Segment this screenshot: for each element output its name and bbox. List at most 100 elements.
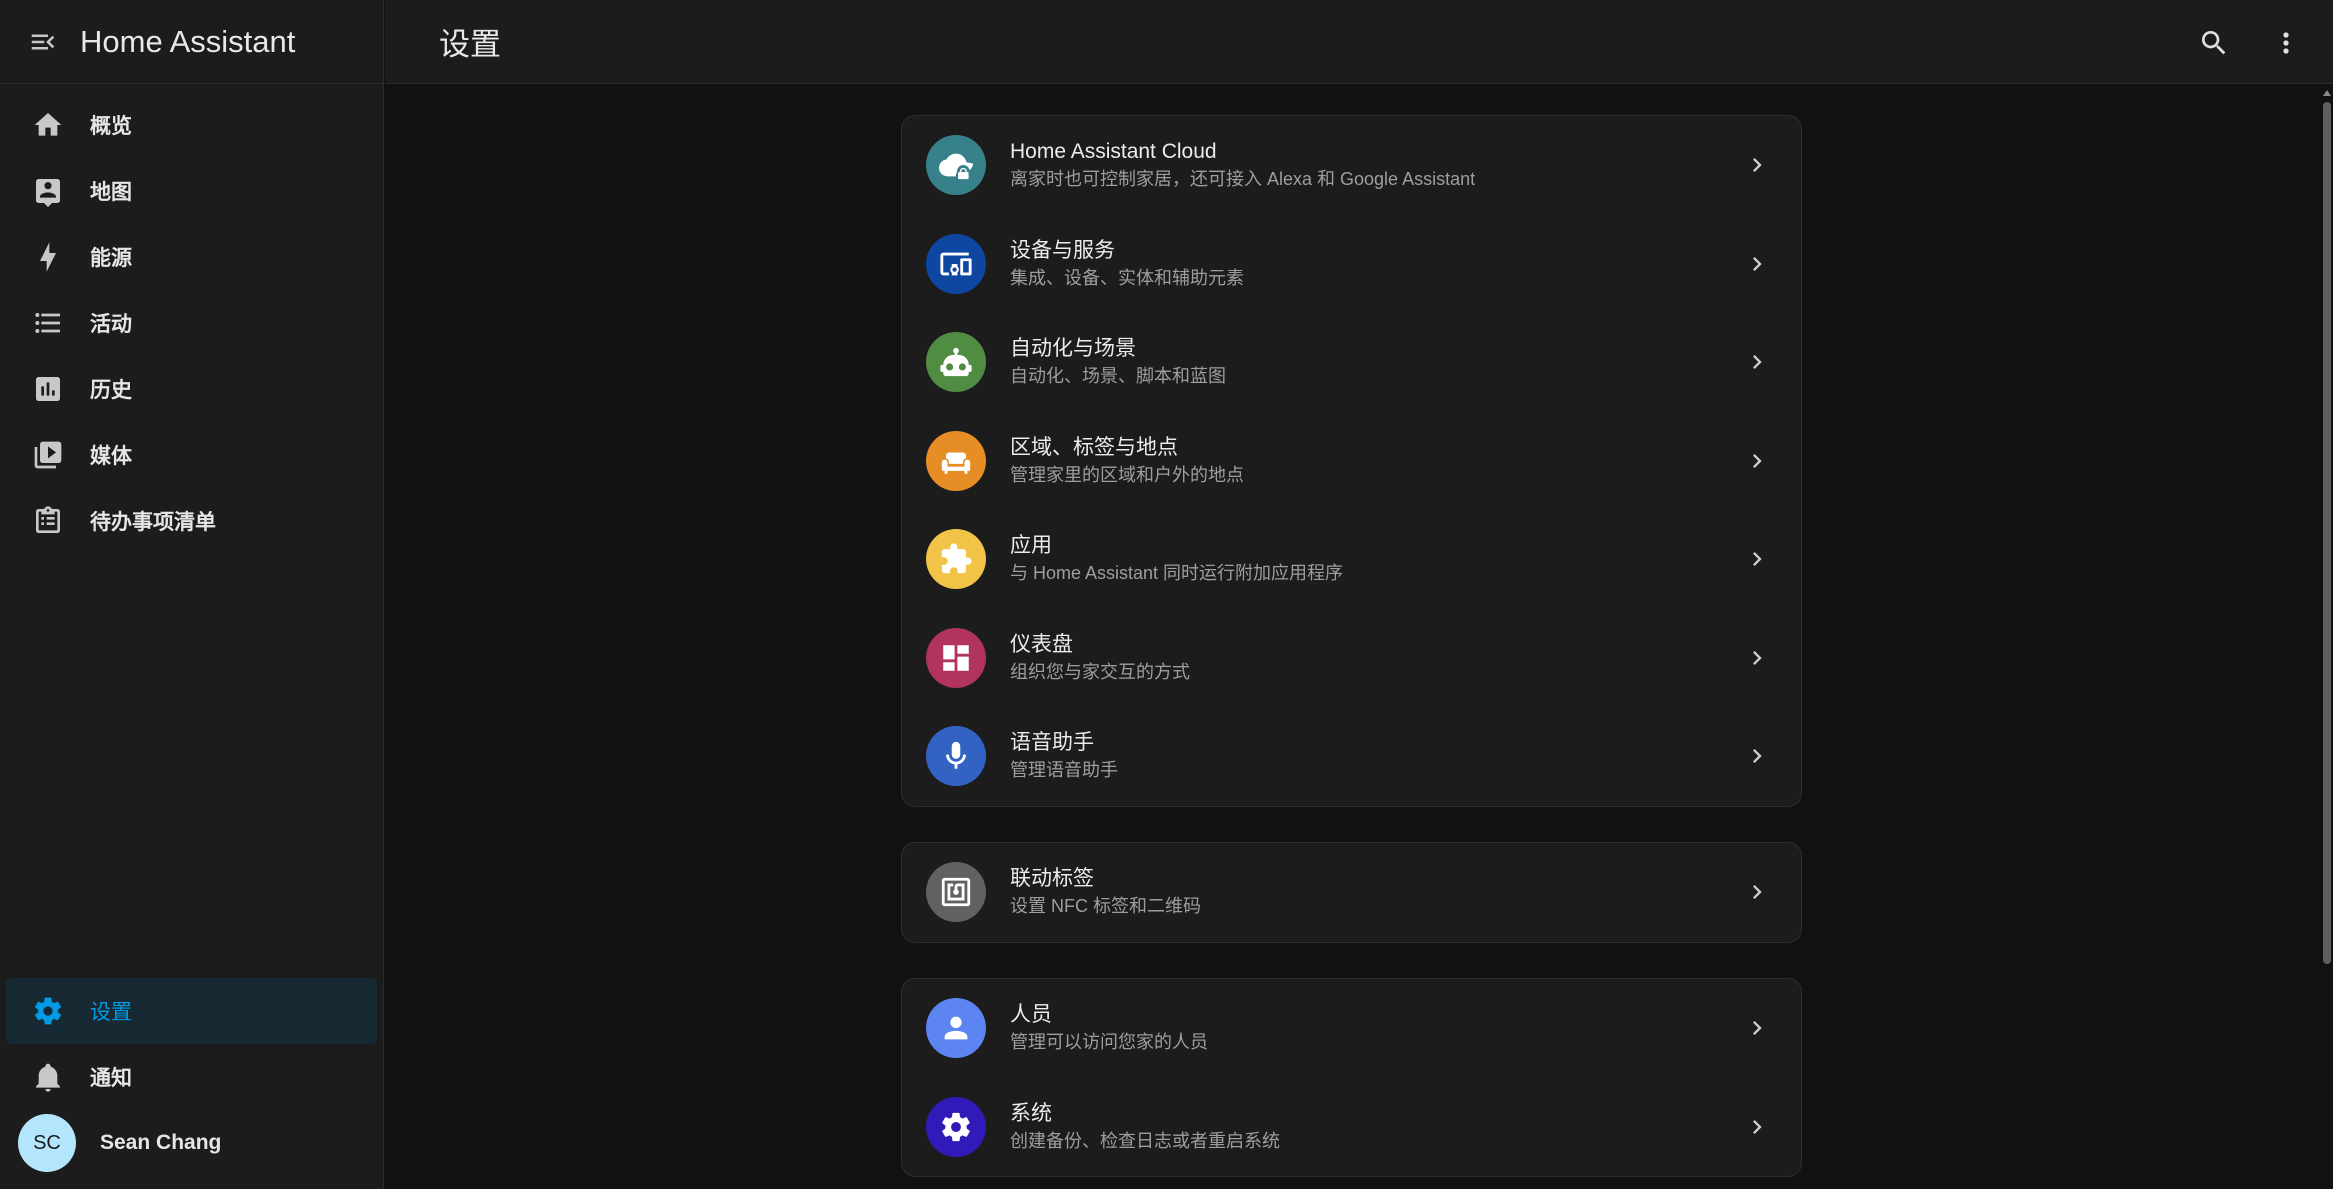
settings-row-dashboards[interactable]: 仪表盘 组织您与家交互的方式: [902, 609, 1801, 708]
map-account-icon: [28, 171, 68, 211]
chevron-right-icon: [1743, 1014, 1771, 1042]
row-title: 自动化与场景: [1010, 337, 1136, 361]
chevron-right-icon: [1743, 151, 1771, 179]
settings-card-tags: 联动标签 设置 NFC 标签和二维码: [901, 842, 1802, 943]
scroll-up-arrow-icon[interactable]: [2323, 90, 2331, 96]
home-icon: [28, 105, 68, 145]
chevron-right-icon: [1743, 250, 1771, 278]
settings-row-cloud[interactable]: Home Assistant Cloud 离家时也可控制家居，还可接入 Alex…: [902, 116, 1801, 215]
row-subtitle: 管理可以访问您家的人员: [1010, 1032, 1208, 1053]
sidebar-item-overview[interactable]: 概览: [6, 92, 377, 158]
chevron-right-icon: [1743, 447, 1771, 475]
row-title: 应用: [1010, 534, 1052, 558]
row-subtitle: 设置 NFC 标签和二维码: [1010, 896, 1201, 917]
view-dashboard-icon: [926, 627, 986, 688]
cog-icon: [926, 1096, 986, 1157]
lightning-bolt-icon: [28, 237, 68, 277]
sidebar-item-todo[interactable]: 待办事项清单: [6, 488, 377, 554]
chevron-right-icon: [1743, 644, 1771, 672]
row-subtitle: 创建备份、检查日志或者重启系统: [1010, 1130, 1280, 1151]
overflow-menu-button[interactable]: [2265, 22, 2307, 64]
row-subtitle: 集成、设备、实体和辅助元素: [1010, 267, 1244, 288]
microphone-icon: [926, 726, 986, 787]
play-box-multiple-icon: [28, 435, 68, 475]
row-title: 联动标签: [1010, 867, 1094, 891]
sidebar-item-history[interactable]: 历史: [6, 356, 377, 422]
scrollbar[interactable]: [2321, 84, 2333, 1189]
row-subtitle: 离家时也可控制家居，还可接入 Alexa 和 Google Assistant: [1010, 169, 1476, 190]
sidebar-item-label: 待办事项清单: [90, 511, 216, 534]
settings-row-devices[interactable]: 设备与服务 集成、设备、实体和辅助元素: [902, 215, 1801, 314]
puzzle-icon: [926, 529, 986, 590]
top-app-bar: 设置: [385, 0, 2333, 84]
row-title: 仪表盘: [1010, 632, 1073, 656]
settings-row-areas[interactable]: 区域、标签与地点 管理家里的区域和户外的地点: [902, 412, 1801, 511]
settings-card-primary: Home Assistant Cloud 离家时也可控制家居，还可接入 Alex…: [901, 115, 1802, 807]
sidebar-item-settings[interactable]: 设置: [6, 978, 377, 1044]
clipboard-list-icon: [28, 501, 68, 541]
sofa-icon: [926, 430, 986, 491]
row-title: Home Assistant Cloud: [1010, 140, 1217, 164]
sidebar-item-label: 媒体: [90, 445, 132, 468]
row-title: 设备与服务: [1010, 238, 1115, 262]
menu-open-icon: [31, 34, 55, 49]
row-title: 人员: [1010, 1003, 1052, 1027]
toolbar-actions: [2193, 22, 2307, 64]
sidebar-header: Home Assistant: [0, 0, 383, 84]
avatar: SC: [18, 1114, 76, 1172]
sidebar-item-label: 能源: [90, 247, 132, 270]
sidebar-bottom: 设置 通知 SC Sean Chang: [0, 978, 383, 1176]
sidebar-item-label: 地图: [90, 181, 132, 204]
chevron-right-icon: [1743, 545, 1771, 573]
chevron-right-icon: [1743, 742, 1771, 770]
sidebar-item-label: 历史: [90, 379, 132, 402]
row-title: 系统: [1010, 1101, 1052, 1125]
nfc-tag-icon: [926, 862, 986, 923]
sidebar-nav: 概览 地图 能源 活动 历史 媒体 待办事项清单: [0, 84, 383, 554]
sidebar-item-label: 概览: [90, 115, 132, 138]
chevron-right-icon: [1743, 1113, 1771, 1141]
sidebar-item-logbook[interactable]: 活动: [6, 290, 377, 356]
settings-row-people[interactable]: 人员 管理可以访问您家的人员: [902, 979, 1801, 1078]
row-title: 语音助手: [1010, 731, 1094, 755]
chevron-right-icon: [1743, 878, 1771, 906]
settings-row-tags[interactable]: 联动标签 设置 NFC 标签和二维码: [902, 843, 1801, 942]
settings-main: Home Assistant Cloud 离家时也可控制家居，还可接入 Alex…: [385, 85, 2321, 1189]
sidebar: Home Assistant 概览 地图 能源 活动 历史 媒体 待办事项清单 …: [0, 0, 384, 1189]
sidebar-item-label: 活动: [90, 313, 132, 336]
dots-vertical-icon: [2283, 32, 2289, 54]
sidebar-item-notifications[interactable]: 通知: [6, 1044, 377, 1110]
row-title: 区域、标签与地点: [1010, 435, 1178, 459]
sidebar-item-map[interactable]: 地图: [6, 158, 377, 224]
row-subtitle: 管理语音助手: [1010, 760, 1118, 781]
settings-row-system[interactable]: 系统 创建备份、检查日志或者重启系统: [902, 1078, 1801, 1177]
scrollbar-thumb[interactable]: [2323, 102, 2331, 964]
sidebar-item-label: 设置: [90, 1001, 132, 1024]
row-subtitle: 自动化、场景、脚本和蓝图: [1010, 366, 1226, 387]
format-list-bulleted-icon: [28, 303, 68, 343]
devices-icon: [926, 233, 986, 294]
settings-row-automations[interactable]: 自动化与场景 自动化、场景、脚本和蓝图: [902, 313, 1801, 412]
robot-icon: [926, 332, 986, 393]
search-icon: [2202, 31, 2226, 55]
row-subtitle: 组织您与家交互的方式: [1010, 661, 1190, 682]
page-title: 设置: [439, 27, 501, 62]
sidebar-user-profile[interactable]: SC Sean Chang: [6, 1110, 377, 1176]
settings-row-voice-assistants[interactable]: 语音助手 管理语音助手: [902, 707, 1801, 806]
sidebar-item-media[interactable]: 媒体: [6, 422, 377, 488]
row-subtitle: 与 Home Assistant 同时运行附加应用程序: [1010, 563, 1344, 584]
settings-card-people-system: 人员 管理可以访问您家的人员 系统 创建备份、检查日志或者重启系统: [901, 978, 1802, 1177]
search-button[interactable]: [2193, 22, 2235, 64]
menu-toggle-button[interactable]: [24, 23, 62, 61]
cog-icon: [28, 991, 68, 1031]
row-subtitle: 管理家里的区域和户外的地点: [1010, 464, 1244, 485]
app-title: Home Assistant: [80, 23, 296, 59]
settings-row-apps[interactable]: 应用 与 Home Assistant 同时运行附加应用程序: [902, 510, 1801, 609]
account-icon: [926, 998, 986, 1059]
sidebar-item-label: 通知: [90, 1067, 132, 1090]
sidebar-item-energy[interactable]: 能源: [6, 224, 377, 290]
bell-icon: [28, 1057, 68, 1097]
chevron-right-icon: [1743, 348, 1771, 376]
chart-box-icon: [28, 369, 68, 409]
user-name: Sean Chang: [100, 1131, 222, 1154]
